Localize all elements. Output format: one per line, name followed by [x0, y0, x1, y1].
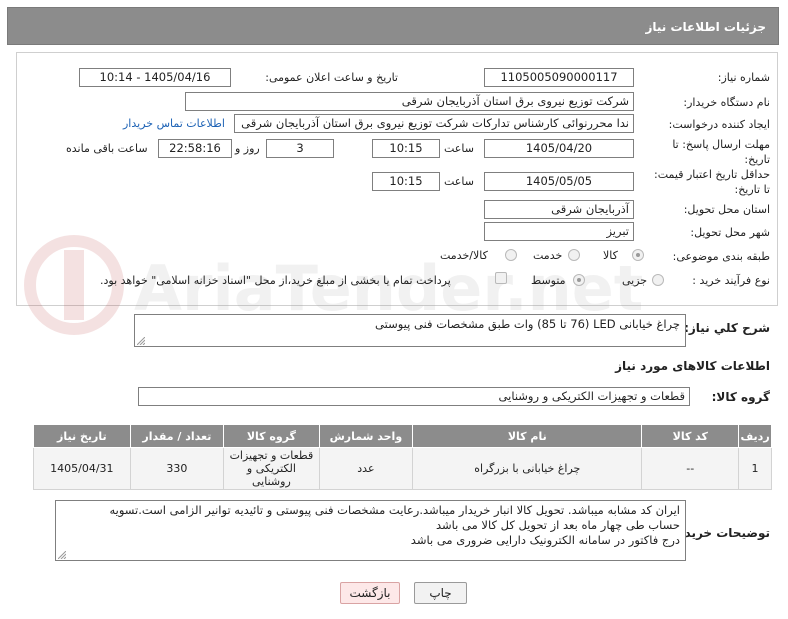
col-date: تاریخ نیاز	[33, 424, 131, 448]
buyer-label: نام دستگاه خریدار:	[683, 96, 770, 109]
category-radio-service[interactable]	[568, 249, 580, 261]
table-row: 1 -- چراغ خیابانی با بزرگراه عدد قطعات و…	[33, 447, 772, 490]
remaining-time-field: 22:58:16	[158, 139, 232, 158]
category-option-goods-service: کالا/خدمت	[440, 249, 488, 262]
days-label: روز و	[235, 142, 260, 155]
treasury-payment-checkbox[interactable]	[495, 272, 507, 284]
price-time-field: 10:15	[372, 172, 440, 191]
reply-deadline-label: مهلت ارسال پاسخ: تا تاریخ:	[672, 138, 770, 166]
process-radio-medium[interactable]	[573, 274, 585, 286]
col-qty: تعداد / مقدار	[129, 424, 225, 448]
reply-time-label: ساعت	[444, 142, 474, 155]
resize-grip-icon[interactable]	[58, 551, 66, 559]
category-option-goods: کالا	[603, 249, 618, 262]
reply-time-field: 10:15	[372, 139, 440, 158]
need-number-field: 1105005090000117	[484, 68, 634, 87]
announce-field: 1405/04/16 - 10:14	[79, 68, 231, 87]
reply-date-field: 1405/04/20	[484, 139, 634, 158]
goods-table-header: ردیف کد کالا نام کالا واحد شمارش گروه کا…	[33, 424, 772, 448]
price-date-field: 1405/05/05	[484, 172, 634, 191]
cell-date: 1405/04/31	[33, 447, 131, 490]
announce-label: تاریخ و ساعت اعلان عمومی:	[265, 71, 398, 84]
buyer-notes-field: ایران کد مشابه میباشد. تحویل کالا انبار …	[55, 500, 686, 561]
process-option-minor: جزیی	[622, 274, 648, 287]
page-title: جزئیات اطلاعات نیاز	[645, 20, 766, 34]
price-time-label: ساعت	[444, 175, 474, 188]
creator-field: ندا محررنوائی کارشناس تدارکات شرکت توزیع…	[234, 114, 634, 133]
buyer-field: شرکت توزیع نیروی برق استان آذربایجان شرق…	[185, 92, 634, 111]
province-label: استان محل تحویل:	[683, 203, 770, 216]
treasury-payment-note: پرداخت تمام یا بخشی از مبلغ خرید،از محل …	[100, 274, 451, 287]
category-radio-goods[interactable]	[632, 249, 644, 261]
cell-unit: عدد	[318, 447, 414, 490]
category-option-service: خدمت	[533, 249, 563, 262]
description-field: چراغ خیابانی LED (76 تا 85) وات طبق مشخص…	[134, 314, 686, 347]
notes-line: حساب طی چهار ماه بعد از تحویل کل کالا می…	[436, 518, 680, 532]
back-button[interactable]: بازگشت	[340, 582, 400, 604]
process-option-medium: متوسط	[531, 274, 566, 287]
goods-section-title: اطلاعات کالاهای مورد نیاز	[615, 359, 770, 373]
buyer-contact-link[interactable]: اطلاعات تماس خریدار	[123, 117, 225, 130]
print-button[interactable]: چاپ	[414, 582, 467, 604]
category-radio-goods-service[interactable]	[505, 249, 517, 261]
notes-line: ایران کد مشابه میباشد. تحویل کالا انبار …	[109, 503, 680, 517]
cell-name: چراغ خیابانی با بزرگراه	[412, 447, 643, 490]
need-number-label: شماره نیاز:	[717, 71, 770, 84]
col-code: کد کالا	[641, 424, 740, 448]
creator-label: ایجاد کننده درخواست:	[668, 118, 770, 131]
col-row: ردیف	[738, 424, 772, 448]
resize-grip-icon[interactable]	[137, 337, 145, 345]
goods-table: ردیف کد کالا نام کالا واحد شمارش گروه کا…	[33, 424, 772, 490]
col-group: گروه کالا	[223, 424, 320, 448]
cell-group: قطعات و تجهیزات الکتریکی و روشنایی	[223, 447, 320, 490]
description-label: شرح کلي نياز:	[684, 321, 770, 335]
description-text: چراغ خیابانی LED (76 تا 85) وات طبق مشخص…	[375, 317, 680, 331]
cell-code: --	[641, 447, 740, 490]
cell-qty: 330	[129, 447, 225, 490]
process-label: نوع فرآیند خرید :	[692, 274, 770, 287]
notes-line: درج فاکتور در سامانه الکترونیک دارایی ضر…	[410, 533, 680, 547]
goods-group-field: قطعات و تجهیزات الکتریکی و روشنایی	[138, 387, 690, 406]
col-unit: واحد شمارش	[318, 424, 414, 448]
days-field: 3	[266, 139, 334, 158]
goods-group-label: گروه کالا:	[711, 390, 770, 404]
province-field: آذربایجان شرقی	[484, 200, 634, 219]
remaining-label: ساعت باقی مانده	[66, 142, 148, 155]
cell-row: 1	[738, 447, 772, 490]
city-label: شهر محل تحویل:	[690, 226, 770, 239]
price-deadline-label: حداقل تاریخ اعتبار قیمت: تا تاریخ:	[654, 168, 770, 196]
page: جزئیات اطلاعات نیاز AriaTender.net شماره…	[0, 0, 788, 619]
process-radio-minor[interactable]	[652, 274, 664, 286]
category-label: طبقه بندی موضوعی:	[672, 250, 770, 263]
page-header: جزئیات اطلاعات نیاز	[7, 7, 779, 45]
city-field: تبریز	[484, 222, 634, 241]
col-name: نام کالا	[412, 424, 643, 448]
